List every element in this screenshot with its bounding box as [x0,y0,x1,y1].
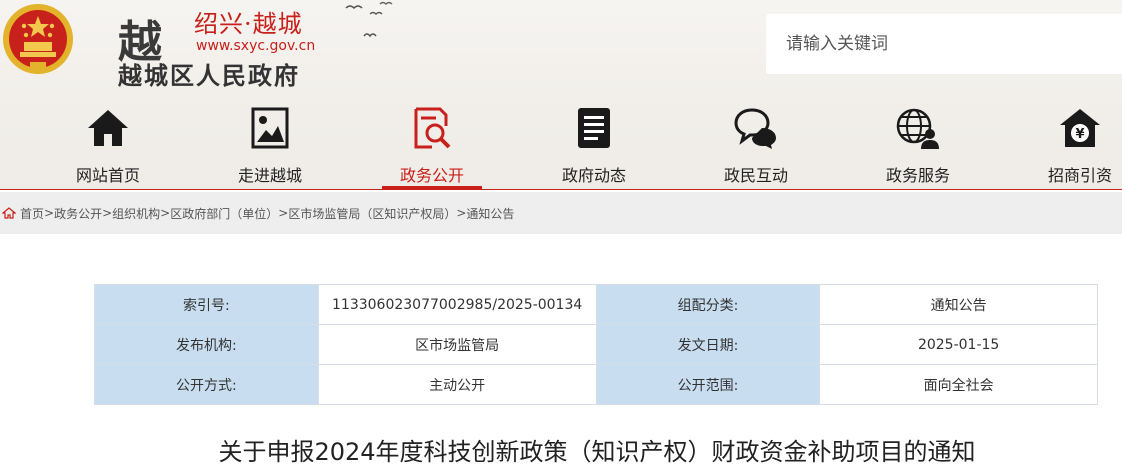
table-row: 发布机构: 区市场监管局 发文日期: 2025-01-15 [94,324,1098,365]
meta-key-index: 索引号: [94,284,319,325]
logo-city: 绍兴·越城 [194,10,303,38]
meta-value-scope: 面向全社会 [819,364,1098,405]
nav-item-home[interactable]: 网站首页 [48,100,168,186]
breadcrumb-separator: > [102,206,113,220]
birds-decoration-icon [345,1,393,38]
breadcrumb-separator: > [160,206,171,220]
meta-key-date: 发文日期: [595,324,821,365]
nav-item-news[interactable]: 政府动态 [534,100,654,186]
meta-key-disclosure: 公开方式: [94,364,319,405]
meta-value-category: 通知公告 [819,284,1098,325]
svg-text:¥: ¥ [1075,127,1084,142]
nav-label: 政府动态 [561,166,626,185]
nav-label: 政务服务 [885,166,950,185]
table-row: 公开方式: 主动公开 公开范围: 面向全社会 [94,364,1098,405]
meta-key-publisher: 发布机构: [94,324,319,365]
breadcrumb-separator: > [44,206,55,220]
header-divider [0,189,1122,190]
home-icon [2,207,16,219]
meta-value-date: 2025-01-15 [819,324,1098,365]
nav-label: 政务公开 [399,166,464,185]
breadcrumb-notices[interactable]: 通知公告 [466,205,514,222]
meta-key-scope: 公开范围: [595,364,821,405]
nav-label: 政民互动 [723,166,788,185]
nav-item-services[interactable]: 政务服务 [858,100,978,186]
breadcrumb-separator: > [278,206,289,220]
meta-key-category: 组配分类: [595,284,821,325]
breadcrumb-market-bureau[interactable]: 区市场监管局（区知识产权局） [288,205,456,222]
breadcrumb-organization[interactable]: 组织机构 [112,205,160,222]
meta-value-publisher: 区市场监管局 [317,324,597,365]
nav-label: 走进越城 [237,166,302,185]
breadcrumb-home[interactable]: 首页 [20,205,44,222]
money-house-icon: ¥ [1060,109,1100,147]
document-meta-table: 索引号: 113306023077002985/2025-00134 组配分类:… [94,284,1098,405]
main-nav: 网站首页 走进越城 政务公开 政府动态 政民互动 政务服务 ¥ 招商引资 [0,100,1122,190]
meta-value-disclosure: 主动公开 [317,364,597,405]
search-box[interactable] [766,14,1122,74]
logo-url: www.sxyc.gov.cn [196,38,316,54]
article-title: 关于申报2024年度科技创新政策（知识产权）财政资金补助项目的通知 [218,438,976,466]
chat-icon [734,108,776,149]
site-name: 越城区人民政府 [118,61,300,90]
table-row: 索引号: 113306023077002985/2025-00134 组配分类:… [94,284,1098,325]
nav-item-about[interactable]: 走进越城 [210,100,330,186]
site-header: 越 绍兴·越城 www.sxyc.gov.cn 越城区人民政府 网站首页 走进越… [0,0,1122,190]
breadcrumb-departments[interactable]: 区政府部门（单位） [170,205,278,222]
breadcrumb-separator: > [456,206,467,220]
nav-label: 网站首页 [75,166,140,185]
nav-item-interaction[interactable]: 政民互动 [696,100,816,186]
nav-item-government-affairs[interactable]: 政务公开 [372,100,492,186]
search-input[interactable] [786,34,1086,54]
meta-value-index: 113306023077002985/2025-00134 [317,284,597,325]
nav-label: 招商引资 [1047,166,1112,185]
news-icon [578,108,610,148]
picture-icon [251,107,289,149]
national-emblem-icon [3,4,73,74]
nav-item-investment[interactable]: ¥ 招商引资 [1020,100,1122,186]
breadcrumb-government-affairs[interactable]: 政务公开 [54,205,102,222]
breadcrumb: 首页 > 政务公开 > 组织机构 > 区政府部门（单位） > 区市场监管局（区知… [0,192,1122,234]
home-icon [88,110,128,146]
globe-user-icon [896,108,939,149]
document-search-icon [414,107,451,149]
